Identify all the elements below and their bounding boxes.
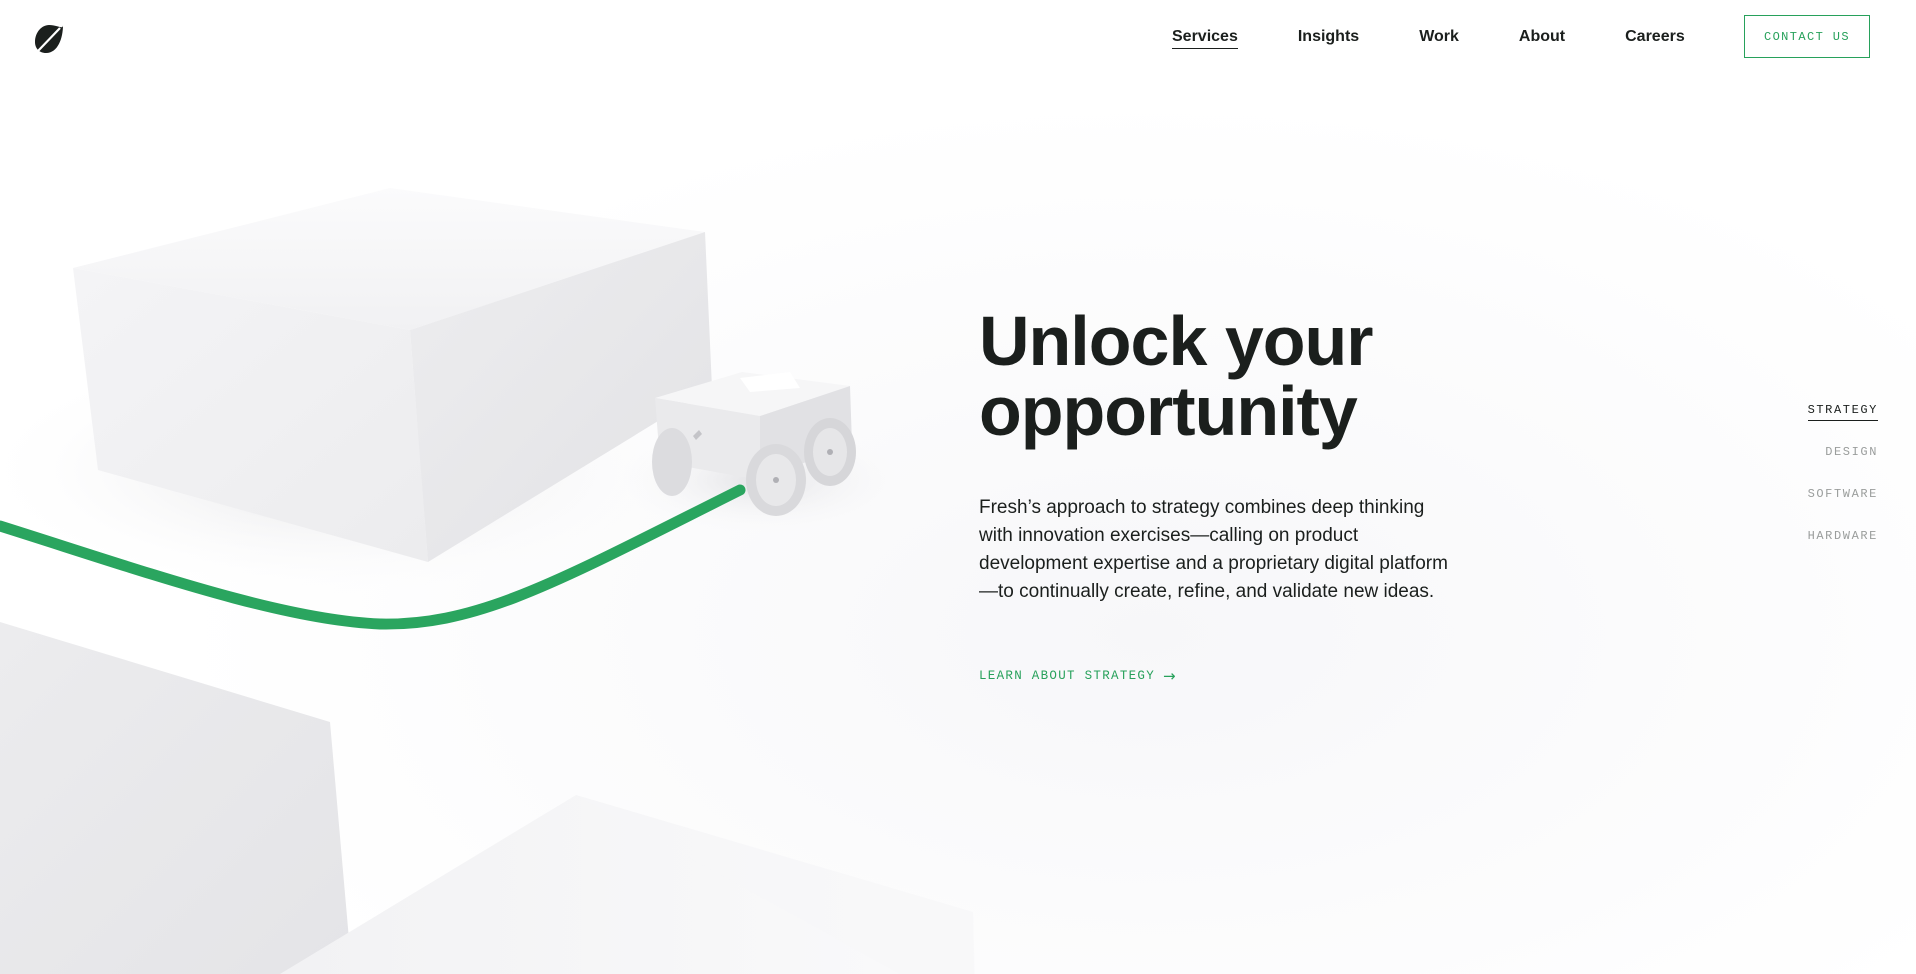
side-nav-software-label: SOFTWARE <box>1807 487 1878 501</box>
hero-section: Unlock your opportunity Fresh’s approach… <box>979 306 1499 685</box>
contact-us-button[interactable]: CONTACT US <box>1744 15 1870 58</box>
lower-left-block <box>0 622 352 974</box>
side-nav-software[interactable]: SOFTWARE <box>1808 484 1878 526</box>
arrow-right-icon: → <box>1163 667 1177 685</box>
site-header: Services Insights Work About Careers CON… <box>0 0 1916 78</box>
lower-middle-block <box>280 795 975 974</box>
page: Services Insights Work About Careers CON… <box>0 0 1916 974</box>
nav-work[interactable]: Work <box>1419 28 1459 49</box>
learn-about-strategy-link[interactable]: LEARN ABOUT STRATEGY → <box>979 667 1177 685</box>
side-nav-design-label: DESIGN <box>1825 445 1878 459</box>
nav-insights[interactable]: Insights <box>1298 28 1359 49</box>
side-nav-hardware-label: HARDWARE <box>1807 529 1878 543</box>
hero-illustration <box>0 188 975 974</box>
learn-link-label: LEARN ABOUT STRATEGY <box>979 669 1156 683</box>
side-nav-strategy[interactable]: STRATEGY <box>1807 400 1878 442</box>
main-nav: Services Insights Work About Careers <box>1172 28 1685 49</box>
hero-title-line1: Unlock your <box>979 302 1374 380</box>
side-nav-strategy-label: STRATEGY <box>1807 403 1878 421</box>
side-nav-hardware[interactable]: HARDWARE <box>1808 526 1878 568</box>
hero-title-line2: opportunity <box>979 372 1358 450</box>
hero-title: Unlock your opportunity <box>979 306 1499 446</box>
leaf-logo-icon[interactable] <box>34 24 64 54</box>
nav-about[interactable]: About <box>1519 28 1565 49</box>
nav-services[interactable]: Services <box>1172 28 1238 49</box>
nav-careers[interactable]: Careers <box>1625 28 1685 49</box>
section-side-nav: STRATEGY DESIGN SOFTWARE HARDWARE <box>1807 400 1878 568</box>
side-nav-design[interactable]: DESIGN <box>1825 442 1878 484</box>
hero-description: Fresh’s approach to strategy combines de… <box>979 497 1448 602</box>
